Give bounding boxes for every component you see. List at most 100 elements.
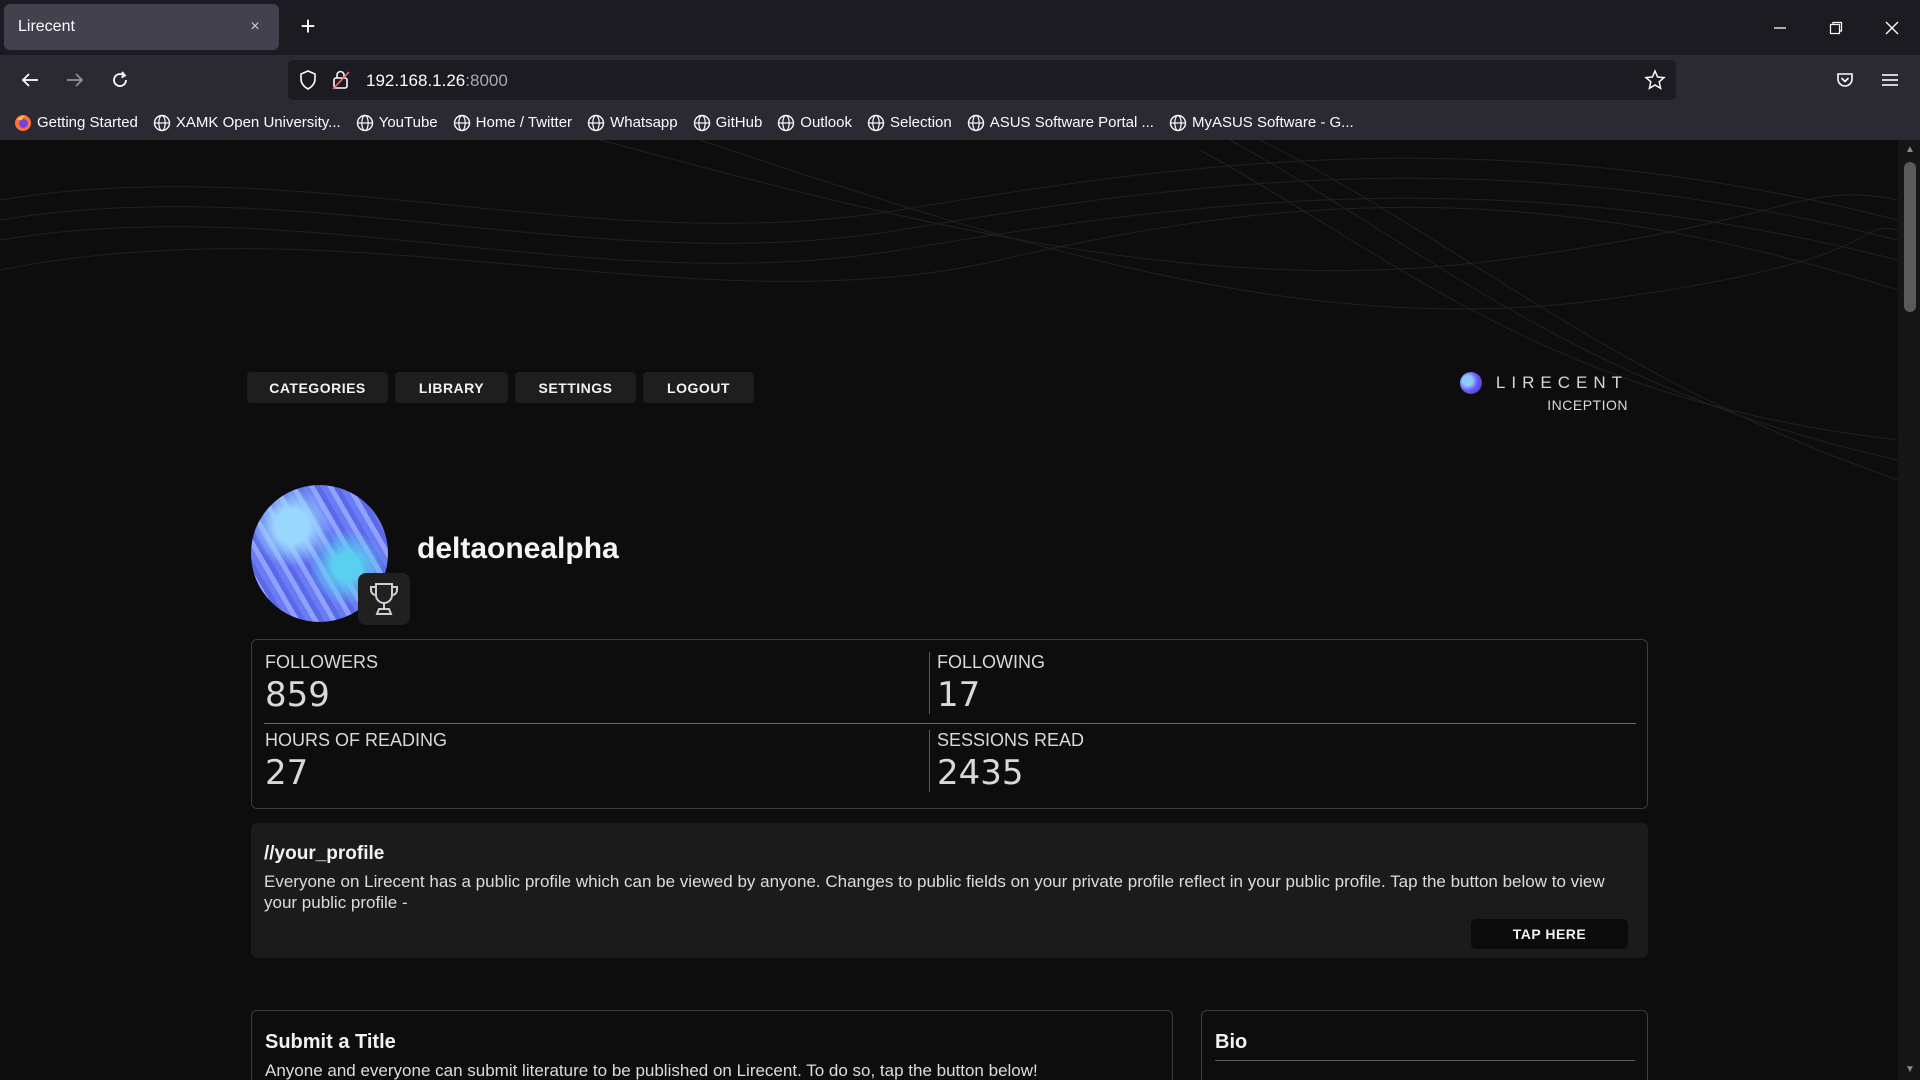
- browser-tab-active[interactable]: Lirecent ×: [4, 4, 279, 50]
- minimize-button[interactable]: [1752, 0, 1808, 55]
- insecure-lock-icon[interactable]: [332, 69, 350, 91]
- submit-title-card: Submit a Title Anyone and everyone can s…: [251, 1010, 1173, 1080]
- section-title: Submit a Title: [265, 1031, 396, 1053]
- bookmark-label: Outlook: [800, 114, 852, 131]
- brand-name: LIRECENT: [1495, 373, 1628, 392]
- card-title: //your_profile: [264, 843, 385, 864]
- your-profile-card: //your_profile Everyone on Lirecent has …: [251, 823, 1648, 958]
- globe-icon: [693, 114, 710, 131]
- bookmark-getting-started[interactable]: Getting Started: [14, 114, 138, 132]
- reload-icon: [113, 71, 127, 87]
- globe-icon: [1169, 114, 1187, 131]
- new-tab-button[interactable]: +: [293, 12, 323, 42]
- section-title: Bio: [1215, 1031, 1248, 1053]
- globe-icon: [153, 114, 171, 131]
- bio-divider: [1215, 1060, 1635, 1061]
- url-host: 192.168.1.26: [366, 71, 466, 90]
- stat-label: SESSIONS READ: [937, 730, 1085, 750]
- section-description: Anyone and everyone can submit literatur…: [265, 1061, 1038, 1080]
- bookmark-twitter[interactable]: Home / Twitter: [453, 114, 572, 132]
- bookmark-label: Whatsapp: [610, 114, 678, 131]
- stat-label: HOURS OF READING: [265, 730, 448, 750]
- library-button[interactable]: LIBRARY: [395, 372, 508, 403]
- scroll-up-icon[interactable]: ▲: [1904, 144, 1916, 156]
- globe-icon: [867, 114, 885, 131]
- page-scrollbar[interactable]: ▲ ▼: [1898, 140, 1920, 1080]
- bookmark-label: Home / Twitter: [475, 114, 573, 131]
- scroll-thumb[interactable]: [1904, 162, 1916, 312]
- bookmark-star-icon[interactable]: [1644, 69, 1666, 91]
- card-description: Everyone on Lirecent has a public profil…: [264, 872, 1605, 912]
- firefox-icon: [15, 114, 31, 131]
- tab-close-icon[interactable]: ×: [245, 18, 265, 36]
- globe-icon: [356, 114, 373, 131]
- url-text[interactable]: 192.168.1.26:8000: [366, 71, 508, 91]
- shield-icon[interactable]: [299, 70, 317, 90]
- browser-tab-bar: Lirecent × +: [0, 0, 1920, 55]
- hamburger-menu-icon: [1882, 74, 1898, 86]
- stat-divider: [929, 730, 930, 792]
- stats-panel: FOLLOWERS 859 FOLLOWING 17 HOURS OF READ…: [251, 639, 1648, 809]
- restore-button[interactable]: [1808, 0, 1864, 55]
- brand-subtitle: INCEPTION: [1547, 397, 1628, 413]
- url-port: :8000: [465, 71, 508, 90]
- bookmark-label: MyASUS Software - G...: [1191, 114, 1354, 131]
- bookmark-label: Selection: [890, 114, 952, 131]
- bookmark-youtube[interactable]: YouTube: [356, 114, 438, 132]
- pocket-button[interactable]: [1832, 67, 1858, 93]
- top-menu: CATEGORIES LIBRARY SETTINGS LOGOUT: [247, 372, 761, 403]
- bookmark-whatsapp[interactable]: Whatsapp: [587, 114, 678, 132]
- stats-row-divider: [264, 723, 1636, 724]
- stat-hours-reading: HOURS OF READING 27: [265, 730, 447, 793]
- stat-value: 859: [265, 675, 330, 715]
- bookmark-label: GitHub: [715, 114, 763, 131]
- bookmark-myasus[interactable]: MyASUS Software - G...: [1169, 114, 1354, 132]
- back-button[interactable]: [17, 67, 43, 93]
- bookmark-asus-portal[interactable]: ASUS Software Portal ...: [967, 114, 1154, 132]
- globe-icon: [587, 114, 605, 131]
- stat-sessions-read: SESSIONS READ 2435: [937, 730, 1084, 793]
- stat-value: 2435: [937, 753, 1024, 793]
- bookmark-label: ASUS Software Portal ...: [989, 114, 1154, 131]
- brand-logo-block[interactable]: LIRECENT INCEPTION: [1459, 372, 1628, 413]
- globe-icon: [778, 114, 795, 131]
- forward-button[interactable]: [62, 67, 88, 93]
- stat-label: FOLLOWING: [937, 652, 1046, 672]
- stat-value: 27: [265, 753, 309, 793]
- logout-button[interactable]: LOGOUT: [643, 372, 754, 403]
- pocket-icon: [1837, 73, 1853, 87]
- arrow-right-icon: [67, 73, 84, 87]
- lirecent-logo-icon: [1459, 372, 1482, 394]
- stat-followers[interactable]: FOLLOWERS 859: [265, 652, 378, 715]
- url-bar[interactable]: 192.168.1.26:8000: [288, 60, 1676, 100]
- bookmark-selection[interactable]: Selection: [867, 114, 952, 132]
- bio-card: Bio: [1201, 1010, 1648, 1080]
- profile-avatar-block: [251, 485, 411, 625]
- bookmark-label: Getting Started: [37, 114, 138, 131]
- achievement-badge[interactable]: [358, 573, 410, 625]
- arrow-left-icon: [21, 73, 38, 87]
- restore-icon: [1829, 21, 1843, 34]
- bookmark-github[interactable]: GitHub: [693, 114, 763, 132]
- username: deltaonealpha: [417, 532, 619, 565]
- scroll-down-icon[interactable]: ▼: [1904, 1064, 1916, 1076]
- stat-divider: [929, 652, 930, 714]
- settings-button[interactable]: SETTINGS: [515, 372, 636, 403]
- categories-button[interactable]: CATEGORIES: [247, 372, 388, 403]
- trophy-icon: [370, 583, 398, 615]
- close-icon: [1885, 21, 1899, 34]
- app-menu-button[interactable]: [1877, 67, 1903, 93]
- bookmark-label: XAMK Open University...: [175, 114, 341, 131]
- close-window-button[interactable]: [1864, 0, 1920, 55]
- globe-icon: [967, 114, 984, 131]
- bookmark-xamk[interactable]: XAMK Open University...: [153, 114, 341, 132]
- minimize-icon: [1774, 26, 1786, 29]
- bookmarks-toolbar: Getting Started XAMK Open University... …: [0, 105, 1920, 140]
- view-public-profile-button[interactable]: TAP HERE: [1471, 919, 1628, 949]
- stat-label: FOLLOWERS: [265, 652, 379, 672]
- reload-button[interactable]: [107, 67, 133, 93]
- bookmark-outlook[interactable]: Outlook: [777, 114, 852, 132]
- stat-value: 17: [937, 675, 981, 715]
- stat-following[interactable]: FOLLOWING 17: [937, 652, 1045, 715]
- bookmark-label: YouTube: [378, 114, 438, 131]
